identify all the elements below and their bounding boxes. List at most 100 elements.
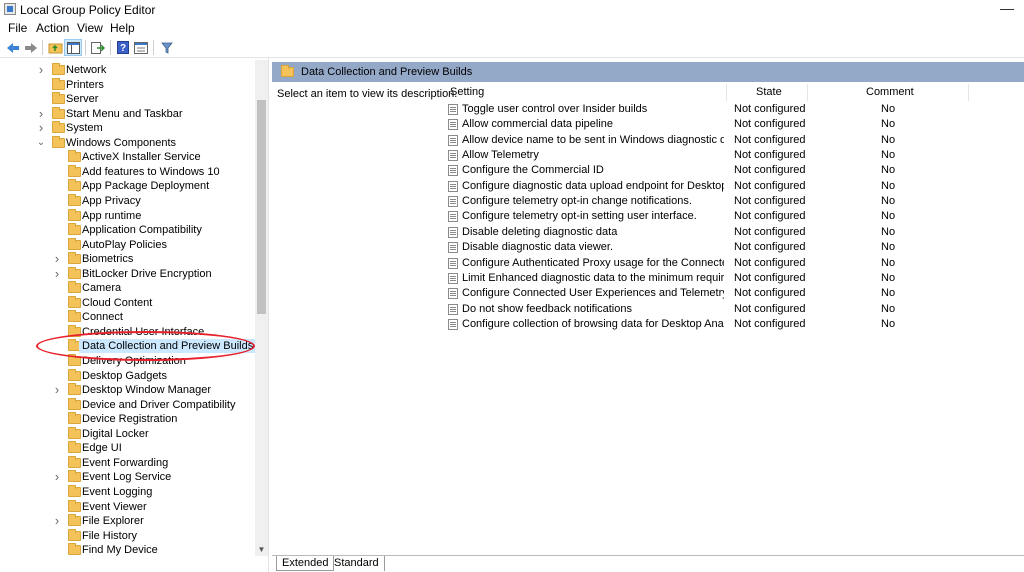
tab-extended[interactable]: Extended	[276, 556, 335, 571]
tree-item[interactable]: ⌄ Windows Components	[0, 135, 256, 150]
toolbar-separator	[153, 40, 154, 55]
tree-item[interactable]: Event Forwarding	[0, 455, 256, 470]
policy-row[interactable]: Configure diagnostic data upload endpoin…	[448, 179, 1024, 194]
menu-action[interactable]: Action	[36, 21, 69, 35]
tree-item[interactable]: App Privacy	[0, 193, 256, 208]
policy-row[interactable]: Configure Connected User Experiences and…	[448, 286, 1024, 301]
menu-file[interactable]: File	[8, 21, 27, 35]
tree-item[interactable]: Digital Locker	[0, 426, 256, 441]
expand-arrow-icon[interactable]: ›	[52, 383, 62, 397]
back-icon[interactable]	[4, 39, 22, 56]
tree-item[interactable]: › BitLocker Drive Encryption	[0, 266, 256, 281]
policy-row[interactable]: Configure telemetry opt-in setting user …	[448, 209, 1024, 224]
policy-row[interactable]: Configure telemetry opt-in change notifi…	[448, 194, 1024, 209]
folder-icon	[68, 412, 81, 425]
tree-item[interactable]: Cloud Content	[0, 295, 256, 310]
tree-item-label: Data Collection and Preview Builds	[79, 339, 257, 354]
tree-item[interactable]: Event Logging	[0, 484, 256, 499]
filter-icon[interactable]	[158, 39, 176, 56]
column-divider[interactable]	[726, 84, 727, 101]
pane-splitter[interactable]	[268, 58, 272, 572]
folder-icon	[68, 514, 81, 527]
policy-row[interactable]: Configure the Commercial ID Not configure…	[448, 163, 1024, 178]
tree-item-label: Edge UI	[82, 442, 122, 455]
policy-comment: No	[881, 179, 896, 192]
tree-scrollbar[interactable]: ▼	[255, 60, 268, 556]
tree-item[interactable]: Event Viewer	[0, 499, 256, 514]
tree-item[interactable]: Server	[0, 92, 256, 106]
policy-row[interactable]: Configure collection of browsing data fo…	[448, 317, 1024, 332]
tree-item[interactable]: Desktop Gadgets	[0, 368, 256, 383]
folder-icon	[68, 223, 81, 236]
tree-item[interactable]: Find My Device	[0, 543, 256, 556]
policy-row[interactable]: Limit Enhanced diagnostic data to the mi…	[448, 271, 1024, 286]
tree-item[interactable]: File History	[0, 528, 256, 543]
policy-row[interactable]: Allow Telemetry Not configured No	[448, 148, 1024, 163]
menu-help[interactable]: Help	[110, 21, 135, 35]
tree-item[interactable]: Edge UI	[0, 441, 256, 455]
policy-setting-name: Do not show feedback notifications	[462, 302, 632, 315]
column-header-setting[interactable]: Setting	[450, 84, 484, 102]
column-header-comment[interactable]: Comment	[866, 84, 914, 102]
tree-item[interactable]: Credential User Interface	[0, 324, 256, 339]
menu-view[interactable]: View	[77, 21, 103, 35]
column-divider[interactable]	[968, 84, 969, 101]
tree-item[interactable]: Data Collection and Preview Builds	[0, 339, 257, 354]
expand-arrow-icon[interactable]: ›	[36, 63, 46, 77]
minimize-button[interactable]: —	[994, 0, 1020, 19]
scroll-down-arrow[interactable]: ▼	[255, 544, 268, 556]
tree-item-label: Add features to Windows 10	[82, 165, 220, 178]
policy-row[interactable]: Allow device name to be sent in Windows …	[448, 133, 1024, 148]
tree-item-label: File History	[82, 529, 138, 542]
column-header-state[interactable]: State	[756, 84, 782, 102]
forward-icon[interactable]	[22, 39, 40, 56]
tree-item[interactable]: AutoPlay Policies	[0, 237, 256, 252]
tab-standard[interactable]: Standard	[329, 556, 385, 571]
tree-item[interactable]: Camera	[0, 281, 256, 295]
folder-icon	[52, 92, 65, 105]
expand-arrow-icon[interactable]: ›	[36, 106, 46, 121]
tree-item[interactable]: Application Compatibility	[0, 223, 256, 237]
tree-item[interactable]: › Network	[0, 63, 256, 77]
expand-arrow-icon[interactable]: ›	[52, 470, 62, 484]
tree-item[interactable]: Printers	[0, 77, 256, 92]
properties-icon[interactable]	[132, 39, 150, 56]
tree-item[interactable]: › Biometrics	[0, 252, 256, 266]
tree-item[interactable]: › File Explorer	[0, 514, 256, 528]
expand-arrow-icon[interactable]: ›	[52, 252, 62, 266]
expand-arrow-icon[interactable]: ›	[36, 121, 46, 135]
tree-item[interactable]: ActiveX Installer Service	[0, 150, 256, 164]
tree-item-label: File Explorer	[82, 515, 144, 528]
policy-row[interactable]: Do not show feedback notifications Not co…	[448, 302, 1024, 317]
tree-item[interactable]: › Event Log Service	[0, 470, 256, 484]
toolbar-separator	[85, 40, 86, 55]
policy-row[interactable]: Configure Authenticated Proxy usage for …	[448, 256, 1024, 271]
tree-item[interactable]: Add features to Windows 10	[0, 164, 256, 179]
tree-item[interactable]: Device and Driver Compatibility	[0, 397, 256, 412]
policy-row[interactable]: Toggle user control over Insider builds N…	[448, 102, 1024, 117]
column-divider[interactable]	[807, 84, 808, 101]
folder-icon	[52, 77, 65, 90]
tree-item[interactable]: App runtime	[0, 208, 256, 223]
collapse-arrow-icon[interactable]: ⌄	[36, 136, 46, 150]
export-list-icon[interactable]	[89, 39, 107, 56]
help-icon[interactable]: ?	[114, 39, 132, 56]
expand-arrow-icon[interactable]: ›	[52, 514, 62, 528]
policy-row[interactable]: Allow commercial data pipeline Not config…	[448, 117, 1024, 132]
policy-row[interactable]: Disable deleting diagnostic data Not conf…	[448, 225, 1024, 240]
tree-item[interactable]: Delivery Optimization	[0, 354, 256, 368]
tree-item[interactable]: › Start Menu and Taskbar	[0, 106, 256, 121]
app-icon	[4, 3, 16, 15]
up-folder-icon[interactable]	[46, 39, 64, 56]
expand-arrow-icon[interactable]: ›	[52, 266, 62, 281]
tree-item[interactable]: Device Registration	[0, 412, 256, 426]
policy-comment: No	[881, 317, 896, 330]
folder-icon	[52, 63, 65, 75]
tree-item[interactable]: › Desktop Window Manager	[0, 383, 256, 397]
tree-item[interactable]: Connect	[0, 310, 256, 324]
tree-item[interactable]: App Package Deployment	[0, 179, 256, 193]
policy-row[interactable]: Disable diagnostic data viewer. Not confi…	[448, 240, 1024, 255]
scrollbar-thumb[interactable]	[257, 100, 266, 314]
show-hide-tree-icon[interactable]	[64, 39, 82, 56]
tree-item[interactable]: › System	[0, 121, 256, 135]
